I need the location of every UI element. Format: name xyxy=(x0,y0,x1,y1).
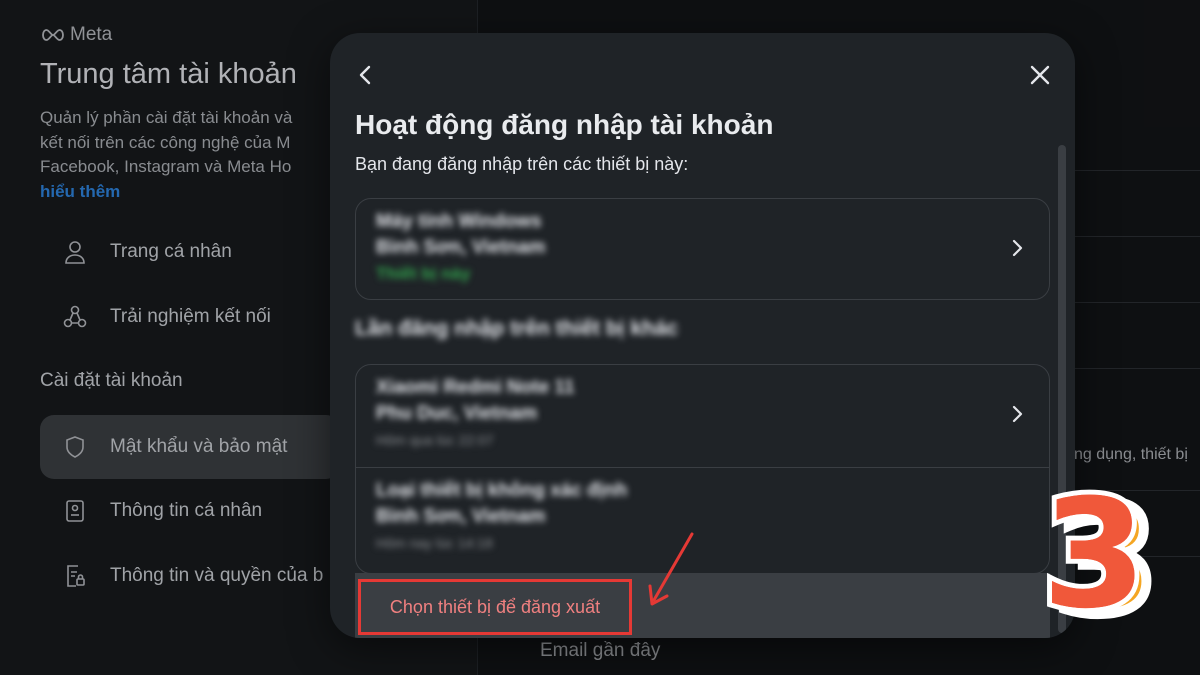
device-name: Máy tính Windows xyxy=(376,211,542,232)
device-last-active: Hôm qua lúc 22:07 xyxy=(376,432,494,448)
device-location: Bình Sơn, Vietnam xyxy=(376,237,546,258)
device-info-blurred: Xiaomi Redmi Note 11 Phu Duc, Vietnam Hô… xyxy=(376,375,1029,453)
device-row-current[interactable]: Máy tính Windows Bình Sơn, Vietnam Thiết… xyxy=(356,199,1049,301)
annotation-arrow-icon xyxy=(648,532,694,606)
device-status: Thiết bị này xyxy=(376,264,471,283)
device-location: Bình Sơn, Vietnam xyxy=(376,506,546,527)
close-icon xyxy=(1030,65,1050,85)
device-name: Loại thiết bị không xác định xyxy=(376,480,628,501)
dialog-title: Hoạt động đăng nhập tài khoản xyxy=(355,109,774,140)
device-name: Xiaomi Redmi Note 11 xyxy=(376,377,575,398)
other-devices-heading: Lần đăng nhập trên thiết bị khác xyxy=(355,317,679,340)
other-devices-card: Xiaomi Redmi Note 11 Phu Duc, Vietnam Hô… xyxy=(355,364,1050,574)
chevron-left-icon xyxy=(359,65,371,85)
close-button[interactable] xyxy=(1024,59,1056,91)
device-last-active: Hôm nay lúc 14:18 xyxy=(376,535,493,551)
chevron-right-icon xyxy=(1007,238,1027,258)
login-activity-dialog: Hoạt động đăng nhập tài khoản Bạn đang đ… xyxy=(330,33,1075,638)
current-device-card: Máy tính Windows Bình Sơn, Vietnam Thiết… xyxy=(355,198,1050,300)
device-location: Phu Duc, Vietnam xyxy=(376,403,538,424)
device-row[interactable]: Loại thiết bị không xác định Bình Sơn, V… xyxy=(356,467,1049,569)
back-button[interactable] xyxy=(350,59,382,91)
dialog-subtitle: Bạn đang đăng nhập trên các thiết bị này… xyxy=(355,154,689,174)
select-device-to-logout-button[interactable]: Chọn thiết bị để đăng xuất xyxy=(358,579,632,635)
step-number-badge: 3 3 3 xyxy=(1037,468,1180,650)
chevron-right-icon xyxy=(1007,404,1027,424)
device-row[interactable]: Xiaomi Redmi Note 11 Phu Duc, Vietnam Hô… xyxy=(356,365,1049,467)
step-number: 3 xyxy=(1042,468,1147,642)
device-info-blurred: Loại thiết bị không xác định Bình Sơn, V… xyxy=(376,478,1029,556)
device-info-blurred: Máy tính Windows Bình Sơn, Vietnam Thiết… xyxy=(376,209,1029,287)
